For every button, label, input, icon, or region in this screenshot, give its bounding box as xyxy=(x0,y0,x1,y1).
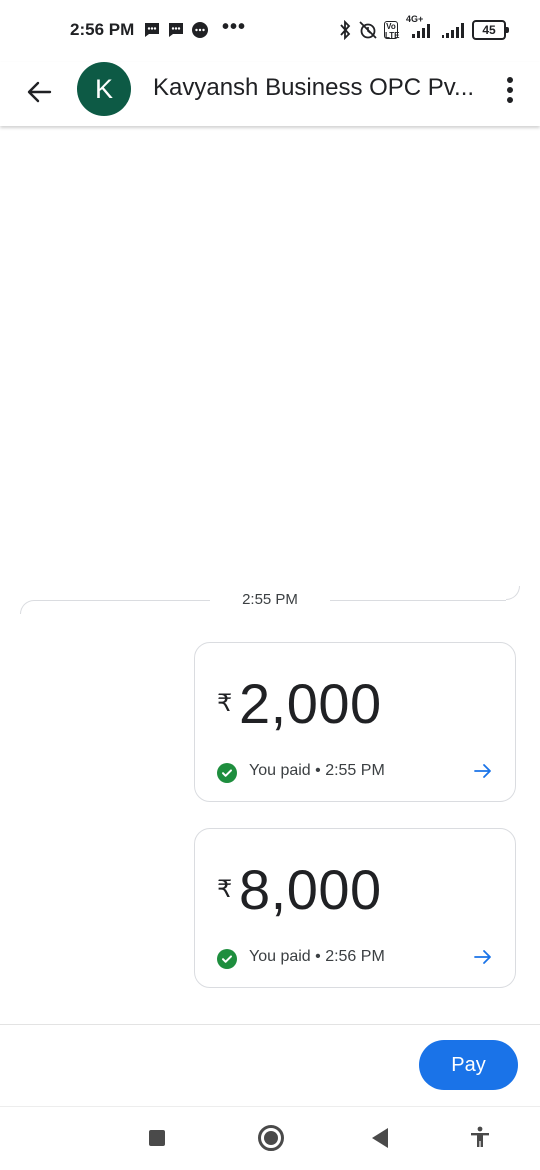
message-icon xyxy=(169,23,183,37)
more-vert-icon-dot xyxy=(507,87,513,93)
signal-icon xyxy=(442,23,464,38)
avatar[interactable]: K xyxy=(77,62,131,116)
chat-bubble-icon xyxy=(192,22,208,38)
volte-label: Vo LTE xyxy=(385,22,400,40)
app-bar: K Kavyansh Business OPC Pv... xyxy=(0,62,540,126)
arrow-back-icon xyxy=(27,81,52,103)
currency-symbol: ₹ xyxy=(217,690,233,717)
avatar-initial: K xyxy=(94,73,113,104)
divider-time: 2:55 PM xyxy=(242,591,298,608)
contact-name[interactable]: Kavyansh Business OPC Pv... xyxy=(153,74,483,102)
volte-icon: Vo LTE xyxy=(384,21,400,40)
payment-status: You paid • 2:55 PM xyxy=(249,762,385,779)
pay-button[interactable]: Pay xyxy=(419,1040,518,1090)
payment-amount: 2,000 xyxy=(239,672,382,735)
payment-card[interactable]: ₹ 8,000 You paid • 2:56 PM xyxy=(194,828,516,988)
divider-line-right xyxy=(330,600,506,601)
time-divider: 2:55 PM xyxy=(0,586,540,614)
payment-amount: 8,000 xyxy=(239,858,382,921)
home-icon[interactable] xyxy=(258,1125,284,1151)
signal-icon: 4G+ xyxy=(404,14,434,40)
payment-card[interactable]: ₹ 2,000 You paid • 2:55 PM xyxy=(194,642,516,802)
back-triangle-icon[interactable] xyxy=(372,1128,388,1148)
status-bar: 2:56 PM ••• Vo LTE 4G+ 45 xyxy=(0,0,540,62)
system-navigation-bar xyxy=(0,1106,540,1170)
system-icons: Vo LTE 4G+ 45 xyxy=(338,14,509,40)
back-button[interactable] xyxy=(22,75,56,109)
more-options-button[interactable] xyxy=(498,70,522,110)
arrow-forward-icon[interactable] xyxy=(473,761,493,781)
more-notifications-icon: ••• xyxy=(222,16,247,38)
recents-icon[interactable] xyxy=(149,1130,165,1146)
payment-status: You paid • 2:56 PM xyxy=(249,948,385,965)
arrow-forward-icon[interactable] xyxy=(473,947,493,967)
more-vert-icon xyxy=(507,77,513,83)
message-icon xyxy=(145,23,159,37)
bottom-divider xyxy=(0,1024,540,1025)
bluetooth-icon xyxy=(340,20,351,40)
more-vert-icon-dot xyxy=(507,97,513,103)
check-circle-icon xyxy=(217,763,237,783)
divider-curve-right xyxy=(506,586,520,600)
notification-icons xyxy=(143,21,209,39)
alarm-off-icon xyxy=(359,21,377,39)
currency-symbol: ₹ xyxy=(217,876,233,903)
accessibility-icon[interactable] xyxy=(468,1125,492,1149)
status-time: 2:56 PM xyxy=(70,20,135,39)
check-circle-icon xyxy=(217,949,237,969)
battery-indicator: 45 xyxy=(472,20,509,40)
divider-line-left xyxy=(20,600,34,614)
divider-line-left-rule xyxy=(34,600,210,601)
